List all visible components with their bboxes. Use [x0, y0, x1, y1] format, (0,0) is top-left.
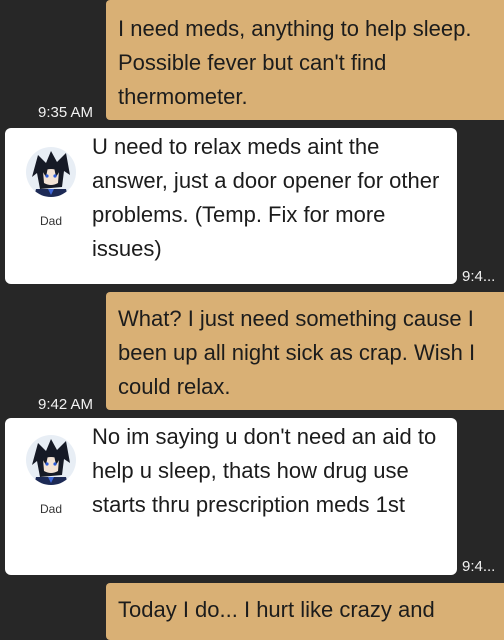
incoming-bubble[interactable]: Dad No im saying u don't need an aid to …	[5, 418, 457, 575]
contact-avatar-icon[interactable]	[26, 435, 76, 485]
message-text: I need meds, anything to help sleep. Pos…	[118, 16, 472, 109]
message-text: No im saying u don't need an aid to help…	[92, 424, 437, 517]
sender-name: Dad	[39, 214, 62, 228]
message-timestamp: 9:42 AM	[38, 396, 94, 413]
outgoing-bubble[interactable]: I need meds, anything to help sleep. Pos…	[106, 0, 504, 120]
message-text: What? I just need something cause I been…	[118, 306, 476, 399]
incoming-bubble[interactable]: Dad U need to relax meds aint the answer…	[5, 128, 457, 284]
sender-name: Dad	[39, 502, 62, 516]
message-timestamp: 9:4...	[462, 268, 496, 285]
message-timestamp: 9:4...	[462, 558, 496, 575]
outgoing-bubble[interactable]: What? I just need something cause I been…	[106, 292, 504, 410]
outgoing-bubble[interactable]: Today I do... I hurt like crazy and	[106, 583, 504, 640]
contact-avatar-icon[interactable]	[26, 147, 76, 197]
message-timestamp: 9:35 AM	[38, 104, 94, 121]
message-text: Today I do... I hurt like crazy and	[118, 597, 435, 622]
message-text: U need to relax meds aint the answer, ju…	[92, 134, 440, 261]
